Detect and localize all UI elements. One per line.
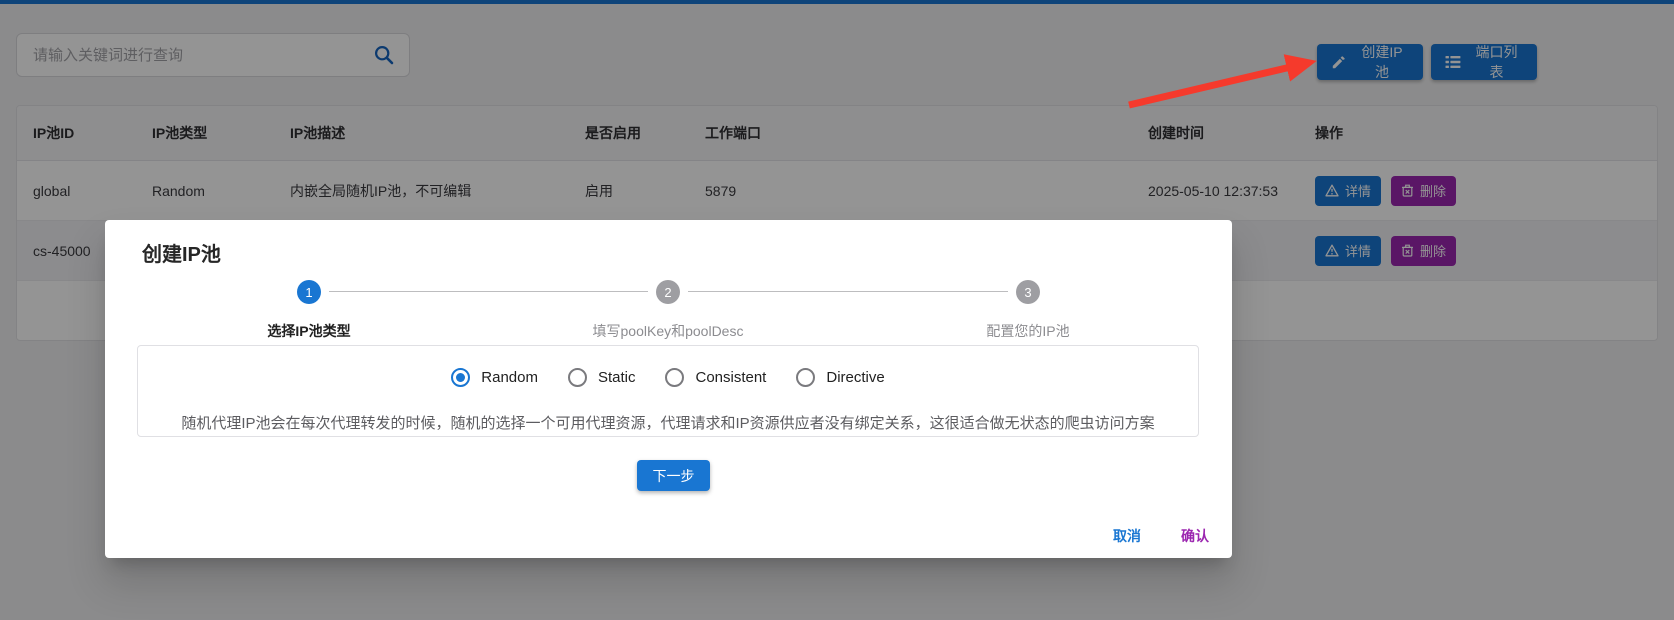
pool-type-description: 随机代理IP池会在每次代理转发的时候，随机的选择一个可用代理资源，代理请求和IP… bbox=[181, 415, 1155, 432]
step-label-2: 填写poolKey和poolDesc bbox=[592, 323, 744, 339]
step-label-1: 选择IP池类型 bbox=[267, 323, 351, 339]
radio-unselected-icon[interactable] bbox=[567, 368, 587, 387]
confirm-link[interactable]: 确认 bbox=[1181, 526, 1209, 546]
step-label-3: 配置您的IP池 bbox=[986, 323, 1070, 339]
create-ip-pool-dialog: 创建IP池 1 2 3 选择IP池类型 填写poolKey和poolDesc 配… bbox=[105, 220, 1232, 558]
next-step-button[interactable]: 下一步 bbox=[637, 460, 710, 491]
cancel-link[interactable]: 取消 bbox=[1113, 526, 1141, 546]
pool-type-radio-group: Random Static Consistent Directive bbox=[138, 368, 1198, 387]
step-circle-2: 2 bbox=[656, 280, 680, 304]
radio-label: Static bbox=[597, 369, 636, 386]
radio-option-random[interactable]: Random bbox=[451, 368, 538, 387]
radio-label: Consistent bbox=[695, 369, 767, 386]
radio-unselected-icon[interactable] bbox=[796, 368, 816, 387]
step-connector bbox=[329, 291, 648, 292]
radio-option-consistent[interactable]: Consistent bbox=[665, 368, 766, 387]
pool-type-card: Random Static Consistent Directive 随机代理I… bbox=[137, 345, 1199, 437]
step-circle-3: 3 bbox=[1016, 280, 1040, 304]
radio-label: Random bbox=[481, 369, 538, 386]
radio-selected-icon[interactable] bbox=[451, 368, 471, 387]
step-connector bbox=[688, 291, 1008, 292]
dialog-title: 创建IP池 bbox=[142, 244, 221, 266]
radio-label: Directive bbox=[826, 369, 885, 386]
step-circle-1: 1 bbox=[297, 280, 321, 304]
radio-unselected-icon[interactable] bbox=[665, 368, 685, 387]
radio-option-directive[interactable]: Directive bbox=[796, 368, 885, 387]
radio-option-static[interactable]: Static bbox=[567, 368, 636, 387]
